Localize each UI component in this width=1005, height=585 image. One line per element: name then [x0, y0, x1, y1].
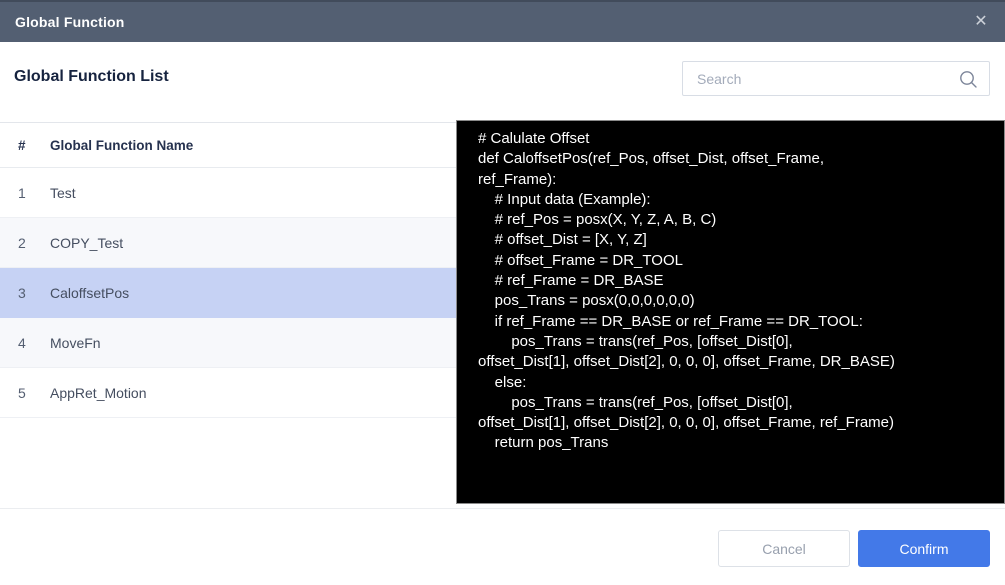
footer-divider	[0, 508, 1005, 509]
table-row-caloffsetpos-selected[interactable]: 3 CaloffsetPos	[0, 268, 457, 318]
dialog-titlebar: Global Function ✕	[0, 0, 1005, 42]
table-row-test[interactable]: 1 Test	[0, 168, 457, 218]
row-number: 5	[0, 385, 50, 401]
code-preview-panel: # Calulate Offset def CaloffsetPos(ref_P…	[456, 120, 1005, 504]
column-header-num: #	[0, 138, 50, 153]
row-number: 2	[0, 235, 50, 251]
search-input[interactable]	[683, 62, 989, 95]
cancel-button[interactable]: Cancel	[718, 530, 850, 567]
table-row-appret-motion[interactable]: 5 AppRet_Motion	[0, 368, 457, 418]
row-number: 4	[0, 335, 50, 351]
column-header-name: Global Function Name	[50, 138, 457, 153]
row-function-name: COPY_Test	[50, 235, 457, 251]
table-row-copy-test[interactable]: 2 COPY_Test	[0, 218, 457, 268]
table-header-row: # Global Function Name	[0, 122, 457, 168]
page-title: Global Function List	[14, 68, 169, 86]
global-function-table: # Global Function Name 1 Test 2 COPY_Tes…	[0, 122, 457, 418]
row-function-name: AppRet_Motion	[50, 385, 457, 401]
row-number: 1	[0, 185, 50, 201]
confirm-button[interactable]: Confirm	[858, 530, 990, 567]
close-icon[interactable]: ✕	[970, 11, 992, 33]
function-code: # Calulate Offset def CaloffsetPos(ref_P…	[457, 121, 1004, 454]
row-number: 3	[0, 285, 50, 301]
row-function-name: MoveFn	[50, 335, 457, 351]
table-row-movefn[interactable]: 4 MoveFn	[0, 318, 457, 368]
dialog-title: Global Function	[15, 14, 125, 30]
row-function-name: Test	[50, 185, 457, 201]
search-box[interactable]	[682, 61, 990, 96]
row-function-name: CaloffsetPos	[50, 285, 457, 301]
